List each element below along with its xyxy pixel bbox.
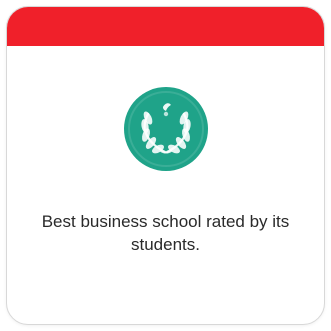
card-description: Best business school rated by its studen…	[41, 212, 290, 254]
feature-card: Best business school rated by its studen…	[6, 6, 325, 325]
card-accent-bar	[7, 7, 324, 46]
laurel-wreath-icon	[124, 87, 208, 171]
